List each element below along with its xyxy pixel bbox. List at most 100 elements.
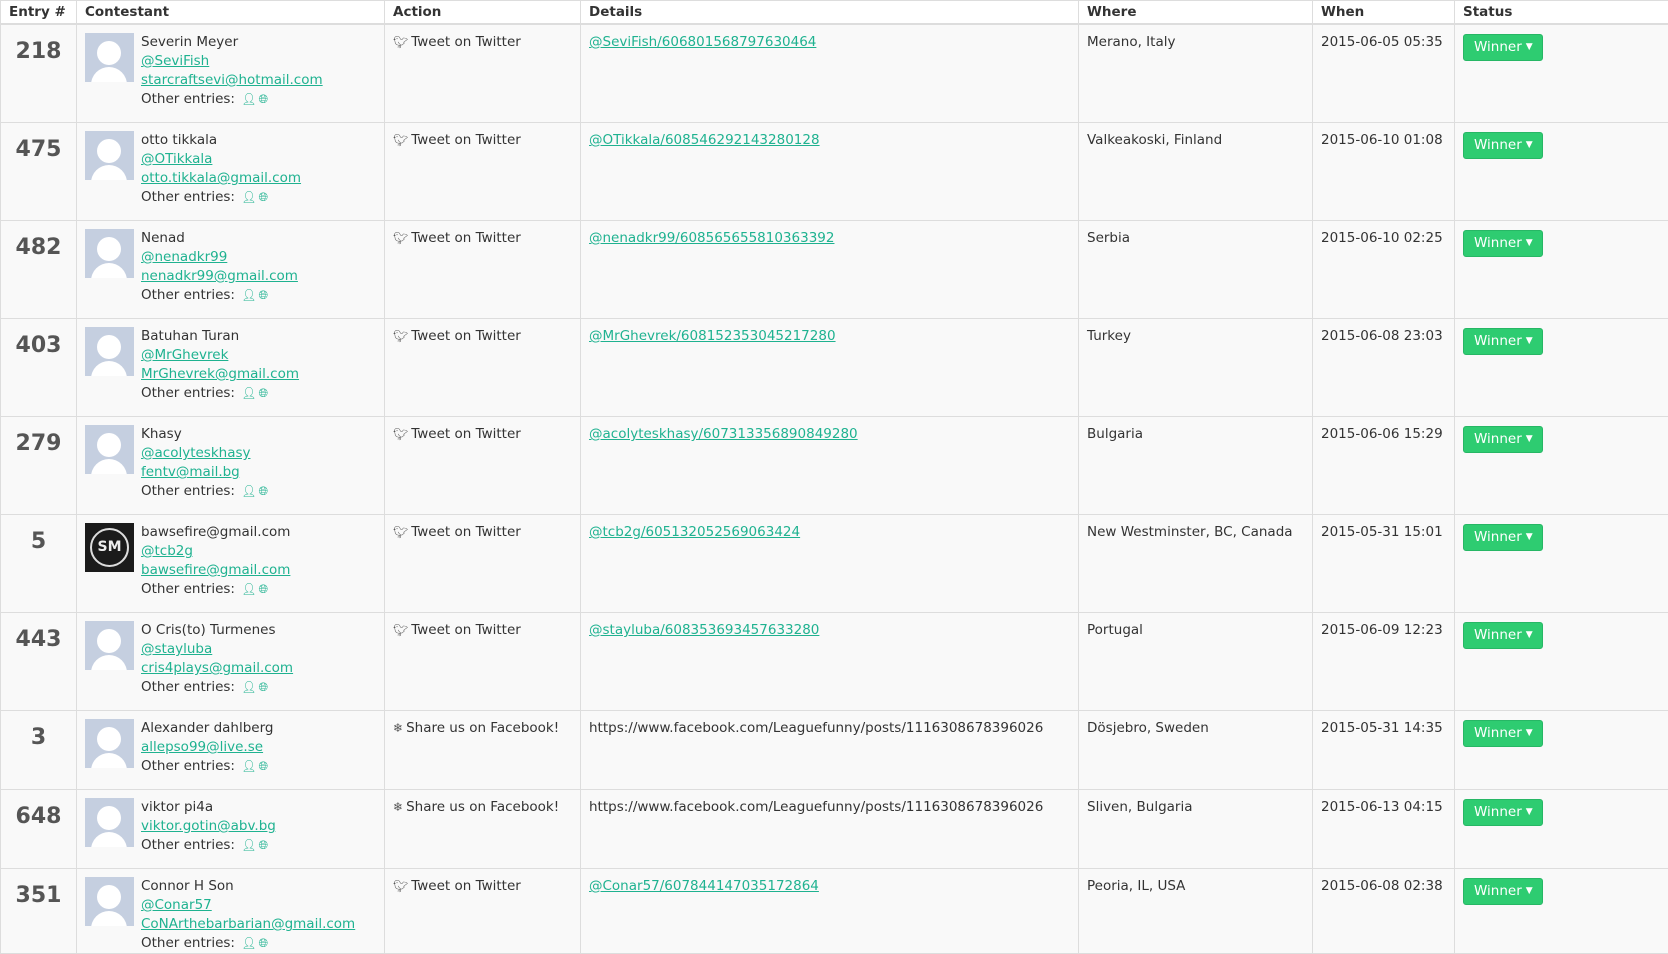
globe-icon[interactable]: 🌐︎ bbox=[259, 286, 269, 305]
header-contestant[interactable]: Contestant bbox=[77, 1, 385, 25]
details-cell: @SeviFish/606801568797630464 bbox=[581, 24, 1079, 123]
header-entry[interactable]: Entry # bbox=[1, 1, 77, 25]
action-label: Tweet on Twitter bbox=[411, 622, 521, 638]
globe-icon[interactable]: 🌐︎ bbox=[259, 188, 269, 207]
location: Portugal bbox=[1079, 613, 1313, 711]
contestant-email-link[interactable]: bawsefire@gmail.com bbox=[141, 562, 290, 578]
tweet-link[interactable]: @Conar57/607844147035172864 bbox=[589, 878, 819, 894]
contestant-email-link[interactable]: fentv@mail.bg bbox=[141, 464, 240, 480]
winner-dropdown-button[interactable]: Winner▼ bbox=[1463, 328, 1543, 355]
winner-dropdown-button[interactable]: Winner▼ bbox=[1463, 622, 1543, 649]
contestant-email-link[interactable]: otto.tikkala@gmail.com bbox=[141, 170, 301, 186]
action-cell: 🐦︎Tweet on Twitter bbox=[385, 24, 581, 123]
other-entries-label: Other entries: bbox=[141, 287, 235, 303]
user-icon[interactable]: 👤︎ bbox=[241, 678, 256, 697]
tweet-link[interactable]: @acolyteskhasy/607313356890849280 bbox=[589, 426, 858, 442]
twitter-icon: 🐦︎ bbox=[393, 329, 408, 343]
winner-dropdown-button[interactable]: Winner▼ bbox=[1463, 132, 1543, 159]
status-cell: Winner▼ bbox=[1455, 123, 1668, 221]
tweet-link[interactable]: @stayluba/608353693457633280 bbox=[589, 622, 819, 638]
status-cell: Winner▼ bbox=[1455, 869, 1668, 954]
contestant-cell: SMbawsefire@gmail.com@tcb2gbawsefire@gma… bbox=[77, 515, 385, 613]
other-entries-label: Other entries: bbox=[141, 758, 235, 774]
globe-icon[interactable]: 🌐︎ bbox=[259, 757, 269, 776]
contestant-handle-link[interactable]: @OTikkala bbox=[141, 151, 212, 167]
winner-dropdown-button[interactable]: Winner▼ bbox=[1463, 230, 1543, 257]
winner-button-label: Winner bbox=[1474, 431, 1522, 447]
entry-number: 403 bbox=[1, 319, 77, 417]
other-entries: Other entries: 👤︎🌐︎ bbox=[141, 384, 299, 403]
contestant-handle-link[interactable]: @SeviFish bbox=[141, 53, 209, 69]
globe-icon[interactable]: 🌐︎ bbox=[259, 836, 269, 855]
contestant-handle-link[interactable]: @tcb2g bbox=[141, 543, 193, 559]
globe-icon[interactable]: 🌐︎ bbox=[259, 384, 269, 403]
contestant-email-link[interactable]: nenadkr99@gmail.com bbox=[141, 268, 298, 284]
winner-dropdown-button[interactable]: Winner▼ bbox=[1463, 799, 1543, 826]
contestant-email-link[interactable]: MrGhevrek@gmail.com bbox=[141, 366, 299, 382]
globe-icon[interactable]: 🌐︎ bbox=[259, 482, 269, 501]
avatar-logo: SM bbox=[90, 528, 129, 567]
user-icon[interactable]: 👤︎ bbox=[241, 482, 256, 501]
contestant-handle-link[interactable]: @nenadkr99 bbox=[141, 249, 227, 265]
globe-icon[interactable]: 🌐︎ bbox=[259, 90, 269, 109]
user-icon[interactable]: 👤︎ bbox=[241, 90, 256, 109]
header-when[interactable]: When bbox=[1313, 1, 1455, 25]
other-entries-label: Other entries: bbox=[141, 189, 235, 205]
caret-down-icon: ▼ bbox=[1526, 807, 1533, 817]
user-icon[interactable]: 👤︎ bbox=[241, 580, 256, 599]
contestant-email-link[interactable]: cris4plays@gmail.com bbox=[141, 660, 293, 676]
header-action[interactable]: Action bbox=[385, 1, 581, 25]
user-icon[interactable]: 👤︎ bbox=[241, 836, 256, 855]
twitter-icon: 🐦︎ bbox=[393, 879, 408, 893]
entry-number: 279 bbox=[1, 417, 77, 515]
post-url: https://www.facebook.com/Leaguefunny/pos… bbox=[589, 720, 1043, 736]
winner-dropdown-button[interactable]: Winner▼ bbox=[1463, 34, 1543, 61]
contestant-handle-link[interactable]: @acolyteskhasy bbox=[141, 445, 251, 461]
contestant-email-link[interactable]: CoNArthebarbarian@gmail.com bbox=[141, 916, 355, 932]
action-label: Share us on Facebook! bbox=[406, 799, 559, 815]
other-entries: Other entries: 👤︎🌐︎ bbox=[141, 90, 323, 109]
details-cell: @stayluba/608353693457633280 bbox=[581, 613, 1079, 711]
contestant-email-link[interactable]: viktor.gotin@abv.bg bbox=[141, 818, 276, 834]
user-icon[interactable]: 👤︎ bbox=[241, 384, 256, 403]
globe-icon[interactable]: 🌐︎ bbox=[259, 678, 269, 697]
winner-dropdown-button[interactable]: Winner▼ bbox=[1463, 524, 1543, 551]
globe-icon[interactable]: 🌐︎ bbox=[259, 934, 269, 953]
contestant-handle-link[interactable]: @Conar57 bbox=[141, 897, 212, 913]
globe-icon[interactable]: 🌐︎ bbox=[259, 580, 269, 599]
user-icon[interactable]: 👤︎ bbox=[241, 757, 256, 776]
tweet-link[interactable]: @tcb2g/605132052569063424 bbox=[589, 524, 800, 540]
contestant-name: O Cris(to) Turmenes bbox=[141, 621, 293, 640]
header-where[interactable]: Where bbox=[1079, 1, 1313, 25]
tweet-link[interactable]: @OTikkala/608546292143280128 bbox=[589, 132, 820, 148]
status-cell: Winner▼ bbox=[1455, 24, 1668, 123]
tweet-link[interactable]: @MrGhevrek/608152353045217280 bbox=[589, 328, 836, 344]
header-status[interactable]: Status bbox=[1455, 1, 1668, 25]
tweet-link[interactable]: @SeviFish/606801568797630464 bbox=[589, 34, 816, 50]
winner-dropdown-button[interactable]: Winner▼ bbox=[1463, 878, 1543, 905]
other-entries-label: Other entries: bbox=[141, 483, 235, 499]
user-icon[interactable]: 👤︎ bbox=[241, 188, 256, 207]
other-entries-label: Other entries: bbox=[141, 385, 235, 401]
header-details[interactable]: Details bbox=[581, 1, 1079, 25]
contestant-email-link[interactable]: starcraftsevi@hotmail.com bbox=[141, 72, 323, 88]
contestant-name: bawsefire@gmail.com bbox=[141, 523, 290, 542]
other-entries: Other entries: 👤︎🌐︎ bbox=[141, 188, 301, 207]
winner-dropdown-button[interactable]: Winner▼ bbox=[1463, 426, 1543, 453]
contestant-handle-link[interactable]: @stayluba bbox=[141, 641, 212, 657]
location: Dösjebro, Sweden bbox=[1079, 711, 1313, 790]
location: Merano, Italy bbox=[1079, 24, 1313, 123]
details-cell: https://www.facebook.com/Leaguefunny/pos… bbox=[581, 711, 1079, 790]
user-icon[interactable]: 👤︎ bbox=[241, 934, 256, 953]
contestant-handle-link[interactable]: @MrGhevrek bbox=[141, 347, 228, 363]
avatar bbox=[85, 877, 134, 926]
timestamp: 2015-06-08 23:03 bbox=[1313, 319, 1455, 417]
contestant-email-link[interactable]: allepso99@live.se bbox=[141, 739, 263, 755]
winner-button-label: Winner bbox=[1474, 137, 1522, 153]
winner-dropdown-button[interactable]: Winner▼ bbox=[1463, 720, 1543, 747]
magic-wand-icon: ❄ bbox=[393, 800, 403, 814]
entries-table: Entry # Contestant Action Details Where … bbox=[0, 0, 1668, 954]
user-icon[interactable]: 👤︎ bbox=[241, 286, 256, 305]
tweet-link[interactable]: @nenadkr99/608565655810363392 bbox=[589, 230, 834, 246]
twitter-icon: 🐦︎ bbox=[393, 133, 408, 147]
